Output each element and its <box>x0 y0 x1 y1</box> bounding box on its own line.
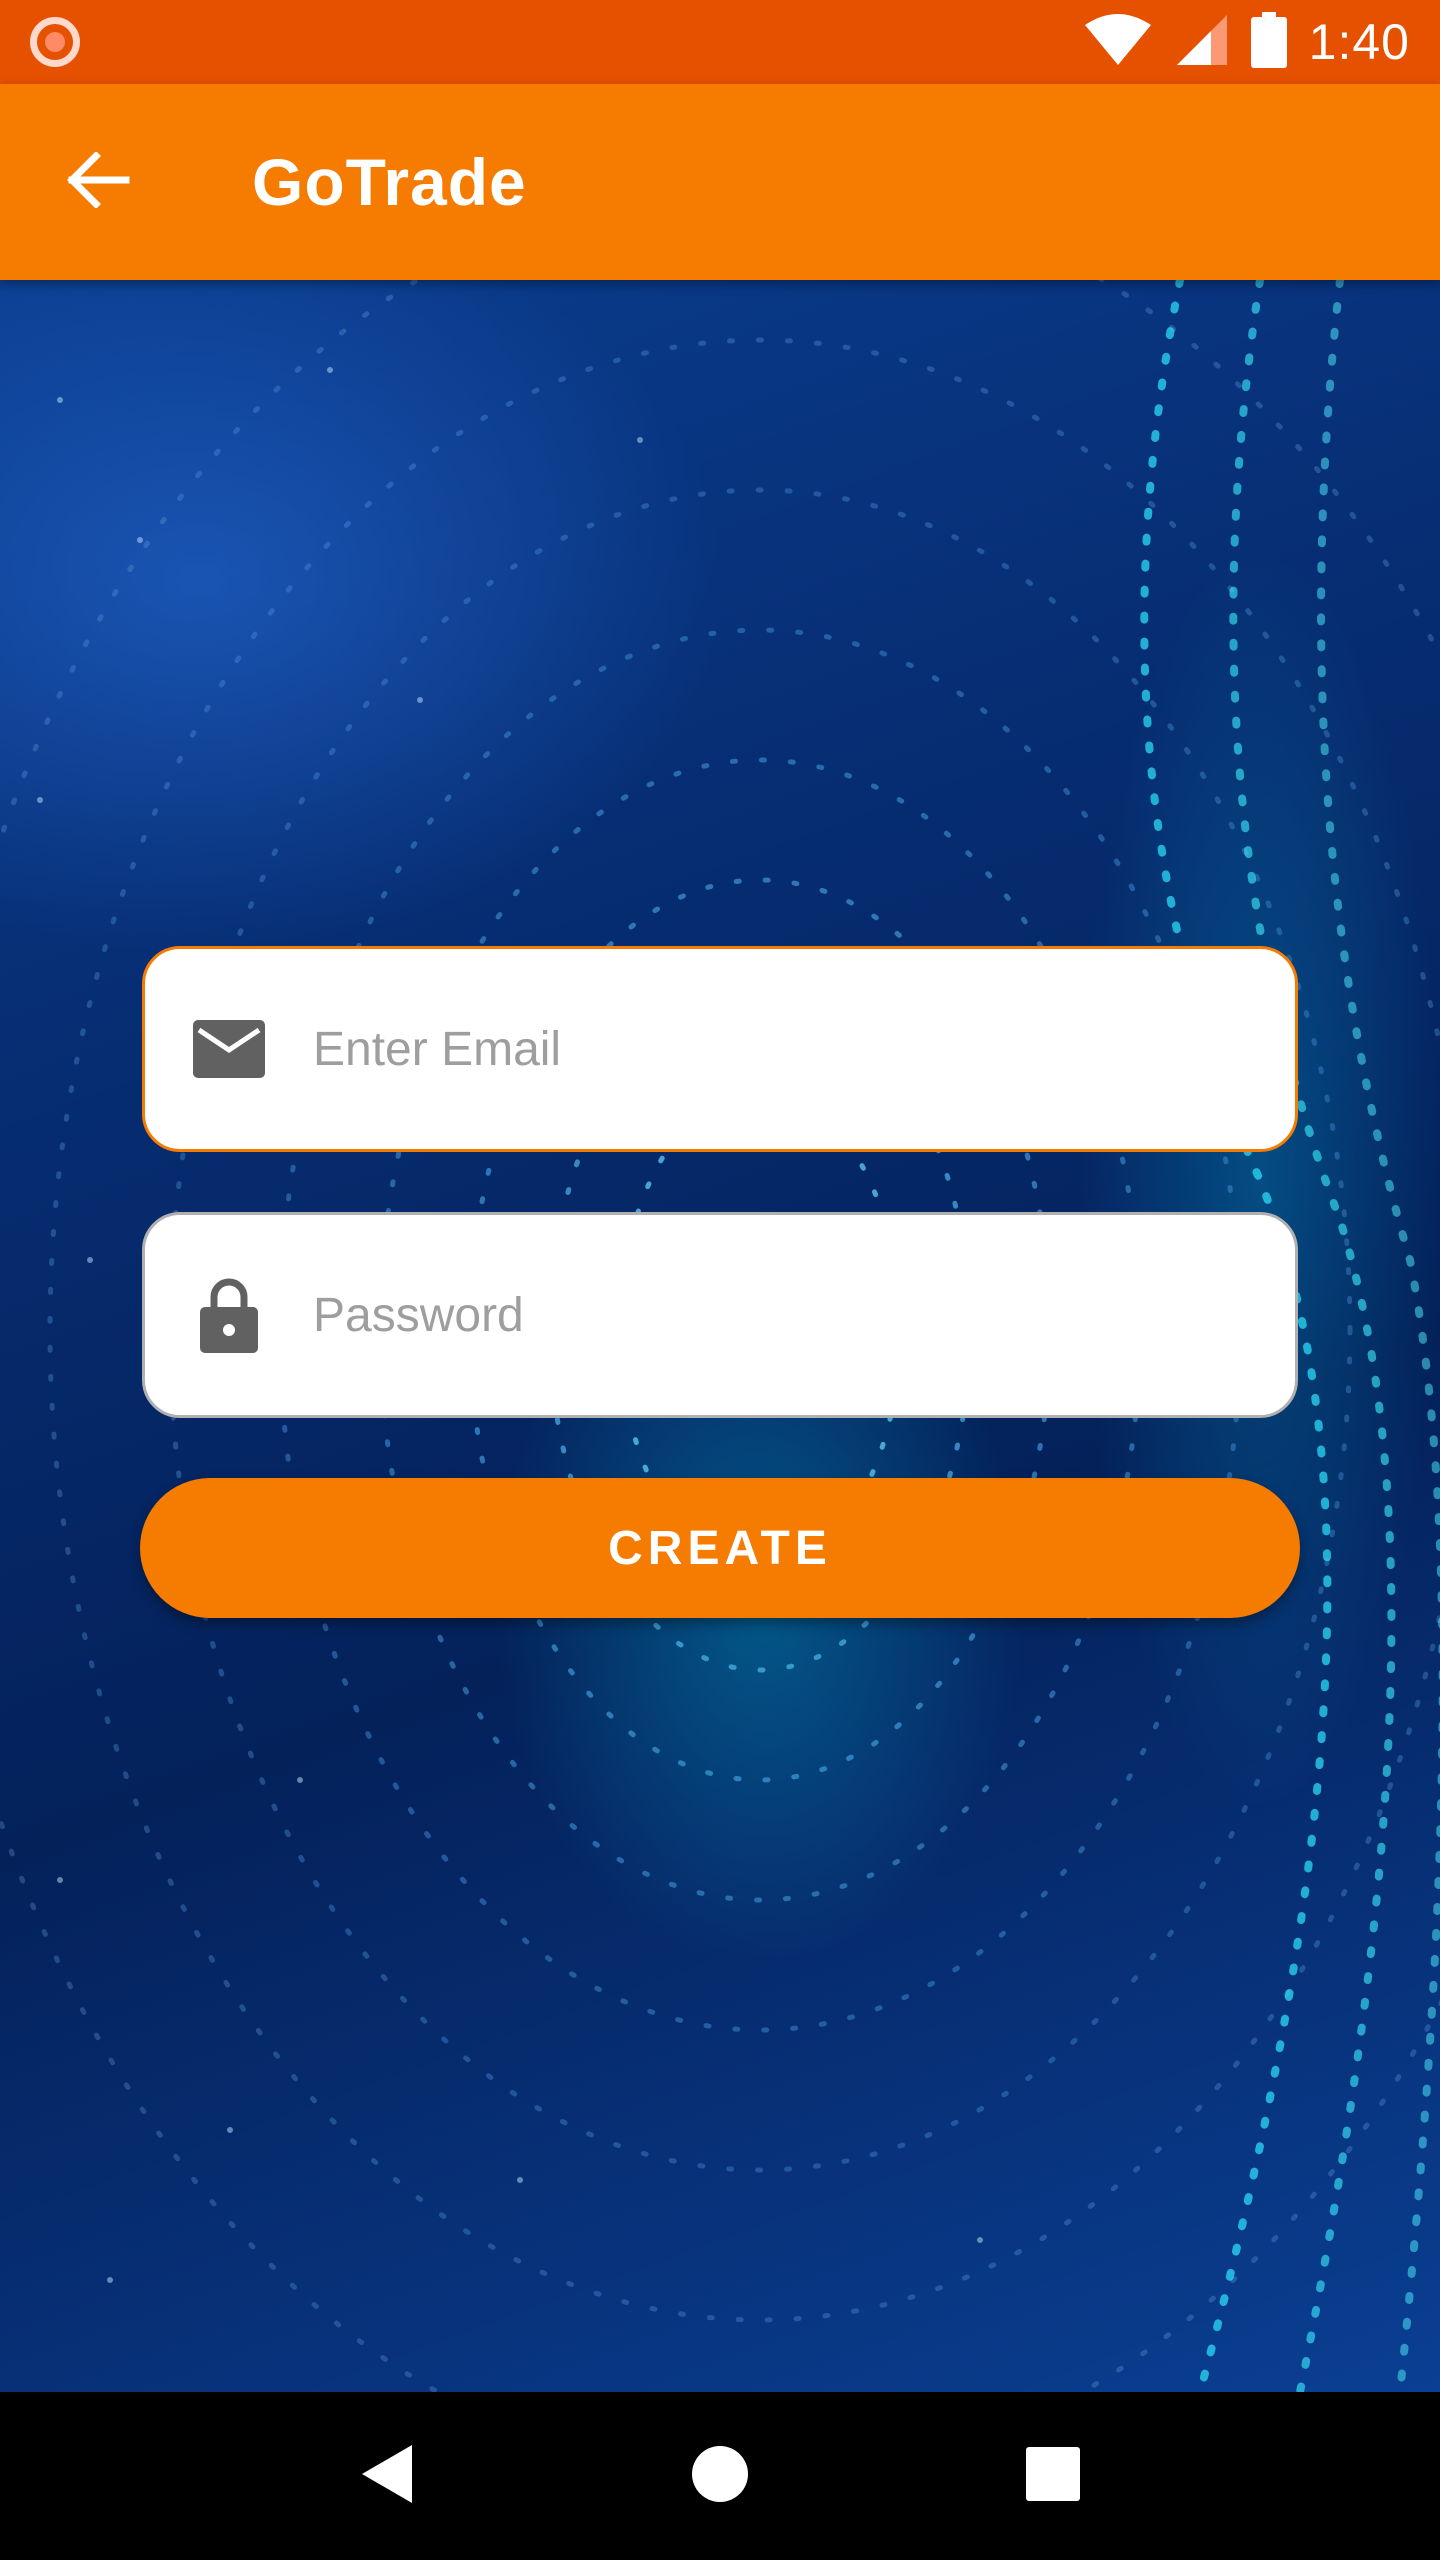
mail-icon <box>189 1009 269 1089</box>
app-title: GoTrade <box>252 145 527 219</box>
lock-icon <box>189 1275 269 1355</box>
battery-icon <box>1250 11 1287 73</box>
password-field[interactable] <box>142 1212 1298 1418</box>
navigation-bar <box>0 2392 1440 2560</box>
arrow-back-icon <box>66 150 130 213</box>
back-button[interactable] <box>38 122 158 242</box>
screen: 1:40 GoTrade Enter Email CREATE <box>0 0 1440 2560</box>
status-bar: 1:40 <box>0 0 1440 84</box>
main-content: CREATE <box>0 280 1440 2392</box>
notification-record-icon <box>30 17 80 67</box>
status-time: 1:40 <box>1308 14 1410 70</box>
app-bar: GoTrade <box>0 84 1440 280</box>
wifi-icon <box>1083 13 1153 72</box>
password-input[interactable] <box>313 1265 1273 1365</box>
create-button[interactable]: CREATE <box>140 1478 1300 1618</box>
status-icons: 1:40 <box>1083 11 1410 73</box>
nav-recents-button[interactable] <box>1003 2426 1103 2526</box>
email-input[interactable] <box>313 999 1273 1099</box>
nav-back-button[interactable] <box>337 2426 437 2526</box>
recents-square-icon <box>1026 2446 1081 2506</box>
email-field[interactable] <box>142 946 1298 1152</box>
nav-home-button[interactable] <box>670 2426 770 2526</box>
back-triangle-icon <box>360 2443 414 2510</box>
home-circle-icon <box>690 2444 750 2509</box>
cell-signal-icon <box>1175 13 1229 72</box>
